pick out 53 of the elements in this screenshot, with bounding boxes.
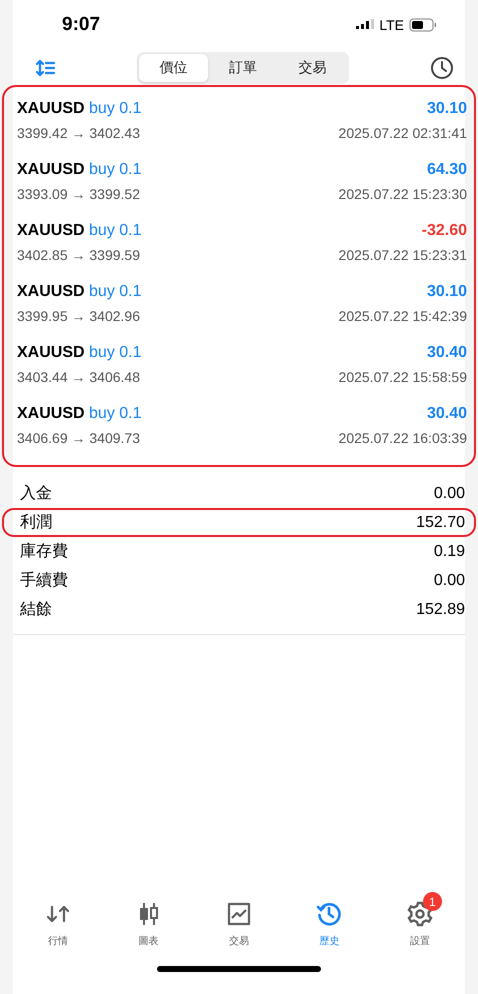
tab-bar-item[interactable]: 行情 [13, 890, 104, 948]
trade-profit: 30.40 [426, 405, 467, 423]
trade-profit: 30.40 [426, 344, 467, 362]
candlestick-icon [138, 902, 159, 926]
summary-value: 152.89 [416, 600, 465, 618]
summary-label: 手續費 [20, 570, 68, 591]
trade-title: XAUUSD buy 0.1 [17, 344, 142, 362]
trade-time: 2025.07.22 15:23:31 [338, 247, 467, 263]
trade-prices: 3393.09 → 3399.52 [17, 186, 140, 202]
trade-title: XAUUSD buy 0.1 [17, 405, 142, 423]
arrows-icon [46, 903, 70, 925]
status-time: 9:07 [62, 14, 100, 36]
trade-prices: 3406.69 → 3409.73 [17, 430, 140, 446]
trade-title: XAUUSD buy 0.1 [17, 100, 142, 118]
trade-prices: 3399.95 → 3402.96 [17, 308, 140, 324]
clock-icon[interactable] [430, 56, 454, 80]
trade-profit: 30.10 [426, 283, 467, 301]
trade-title: XAUUSD buy 0.1 [17, 222, 142, 240]
trade-time: 2025.07.22 16:03:39 [338, 430, 467, 446]
trade-profit: -32.60 [422, 222, 467, 240]
trade-prices: 3399.42 → 3402.43 [17, 125, 140, 141]
segment-tab[interactable]: 訂單 [208, 54, 278, 82]
trade-time: 2025.07.22 15:58:59 [338, 369, 467, 385]
trade-title: XAUUSD buy 0.1 [17, 161, 142, 179]
trade-profit: 30.10 [426, 100, 467, 118]
trade-prices: 3403.44 → 3406.48 [17, 369, 140, 385]
summary-value: 0.00 [434, 572, 465, 590]
summary-label: 利潤 [20, 512, 52, 533]
segment-tab[interactable]: 交易 [278, 54, 347, 82]
trade-time: 2025.07.22 02:31:41 [338, 125, 467, 141]
tab-bar-item[interactable]: 1 設置 [374, 890, 466, 948]
trade-title: XAUUSD buy 0.1 [17, 283, 142, 301]
history-icon [316, 901, 342, 927]
segment-tab[interactable]: 價位 [139, 54, 208, 82]
summary-label: 結餘 [20, 600, 52, 620]
signal-icon [356, 19, 374, 31]
line-chart-icon [227, 902, 252, 926]
summary-value: 0.19 [434, 542, 465, 560]
summary-value: 0.00 [434, 484, 465, 502]
tab-bar-item[interactable]: 交易 [194, 890, 284, 948]
sort-icon[interactable] [36, 60, 56, 76]
battery-icon [409, 18, 437, 32]
network-type: LTE [379, 17, 404, 33]
summary-label: 入金 [20, 484, 52, 504]
trade-prices: 3402.85 → 3399.59 [17, 247, 140, 263]
trade-profit: 64.30 [426, 161, 467, 179]
summary-value: 152.70 [416, 514, 465, 532]
trade-time: 2025.07.22 15:42:39 [338, 308, 467, 324]
trade-time: 2025.07.22 15:23:30 [338, 186, 467, 202]
tab-bar-item[interactable]: 圖表 [103, 890, 194, 948]
notification-badge: 1 [422, 892, 442, 911]
summary-label: 庫存費 [20, 542, 68, 562]
tab-bar-item[interactable]: 歷史 [284, 890, 375, 948]
